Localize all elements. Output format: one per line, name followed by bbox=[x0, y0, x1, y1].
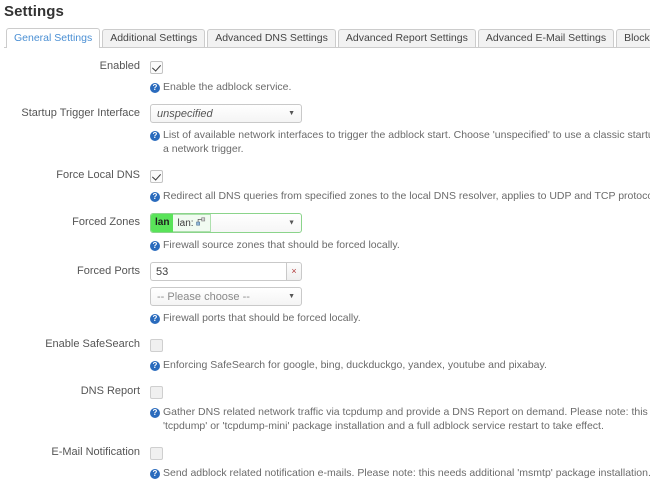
label-forced-zones: Forced Zones bbox=[72, 216, 140, 228]
force-local-dns-checkbox[interactable] bbox=[150, 169, 163, 183]
help-enable-safesearch-text: Enforcing SafeSearch for google, bing, d… bbox=[163, 359, 547, 371]
help-icon[interactable]: ? bbox=[150, 314, 160, 324]
remove-port-button[interactable]: × bbox=[285, 262, 302, 281]
chevron-down-icon: ▼ bbox=[288, 109, 295, 117]
help-startup-trigger-interface: ? List of available network interfaces to… bbox=[150, 128, 650, 156]
help-icon[interactable]: ? bbox=[150, 469, 160, 479]
help-icon[interactable]: ? bbox=[150, 408, 160, 418]
field-row-dns-report: DNS Report ? Gather DNS related network t… bbox=[0, 382, 650, 433]
help-email-notification: ? Send adblock related notification e-mai… bbox=[150, 466, 650, 480]
help-enable-safesearch: ? Enforcing SafeSearch for google, bing, … bbox=[150, 358, 650, 372]
help-icon[interactable]: ? bbox=[150, 83, 160, 93]
help-force-local-dns-text: Redirect all DNS queries from specified … bbox=[163, 190, 650, 202]
help-email-notification-text: Send adblock related notification e-mail… bbox=[163, 467, 650, 479]
label-force-local-dns: Force Local DNS bbox=[56, 169, 140, 181]
help-startup-trigger-interface-line1: List of available network interfaces to … bbox=[163, 129, 650, 141]
zone-tag-lan[interactable]: lan bbox=[151, 214, 174, 232]
tab-blocklist-sources[interactable]: Blocklist Sources bbox=[616, 29, 650, 47]
startup-trigger-interface-value: unspecified bbox=[157, 108, 213, 120]
help-icon[interactable]: ? bbox=[150, 241, 160, 251]
help-dns-report-line2: 'tcpdump' or 'tcpdump-mini' package inst… bbox=[163, 420, 604, 432]
settings-page: Settings General Settings Additional Set… bbox=[0, 0, 650, 500]
help-dns-report: ? Gather DNS related network traffic via … bbox=[150, 405, 650, 433]
help-enabled-text: Enable the adblock service. bbox=[163, 81, 292, 93]
field-row-forced-zones: Forced Zones lan lan: ▼ ? Firewall sourc… bbox=[0, 213, 650, 252]
field-row-forced-ports: Forced Ports × -- Please choose -- ▼ ?Fi… bbox=[0, 262, 650, 325]
field-row-startup-trigger-interface: Startup Trigger Interface unspecified ▼ … bbox=[0, 104, 650, 156]
email-notification-checkbox[interactable] bbox=[150, 446, 163, 460]
network-device-icon bbox=[195, 217, 206, 229]
enable-safesearch-checkbox[interactable] bbox=[150, 338, 163, 352]
help-dns-report-line1: Gather DNS related network traffic via t… bbox=[163, 406, 650, 418]
help-icon[interactable]: ? bbox=[150, 192, 160, 202]
forced-ports-choose-select[interactable]: -- Please choose -- ▼ bbox=[150, 287, 302, 306]
label-email-notification: E-Mail Notification bbox=[51, 446, 140, 458]
tab-general-settings[interactable]: General Settings bbox=[6, 28, 101, 48]
label-startup-trigger-interface: Startup Trigger Interface bbox=[21, 107, 140, 119]
help-force-local-dns: ? Redirect all DNS queries from specified… bbox=[150, 189, 650, 203]
page-title: Settings bbox=[4, 3, 64, 20]
field-row-email-notification: E-Mail Notification ? Send adblock relate… bbox=[0, 443, 650, 480]
label-enable-safesearch: Enable SafeSearch bbox=[45, 338, 140, 350]
label-forced-ports: Forced Ports bbox=[77, 265, 140, 277]
enabled-checkbox[interactable] bbox=[150, 60, 163, 74]
tab-advanced-email-settings[interactable]: Advanced E-Mail Settings bbox=[477, 29, 615, 47]
field-row-enable-safesearch: Enable SafeSearch ? Enforcing SafeSearch … bbox=[0, 335, 650, 372]
field-row-enabled: Enabled ? Enable the adblock service. bbox=[0, 57, 650, 94]
help-forced-zones-text: Firewall source zones that should be for… bbox=[163, 239, 400, 251]
startup-trigger-interface-select[interactable]: unspecified ▼ bbox=[150, 104, 302, 123]
settings-tabs: General Settings Additional Settings Adv… bbox=[4, 28, 650, 48]
forced-ports-entry: × bbox=[150, 262, 302, 281]
field-row-force-local-dns: Force Local DNS ? Redirect all DNS querie… bbox=[0, 166, 650, 203]
tab-advanced-dns-settings[interactable]: Advanced DNS Settings bbox=[207, 29, 336, 47]
forced-ports-choose-value: -- Please choose -- bbox=[157, 291, 250, 303]
help-icon[interactable]: ? bbox=[150, 131, 160, 141]
help-forced-zones: ? Firewall source zones that should be fo… bbox=[150, 238, 650, 252]
label-enabled: Enabled bbox=[99, 60, 140, 72]
help-startup-trigger-interface-line2: a network trigger. bbox=[163, 143, 244, 155]
general-settings-form: Enabled ? Enable the adblock service. Sta… bbox=[0, 48, 650, 480]
chevron-down-icon: ▼ bbox=[288, 292, 295, 300]
tab-additional-settings[interactable]: Additional Settings bbox=[102, 29, 206, 47]
forced-ports-input[interactable] bbox=[150, 262, 286, 281]
dns-report-checkbox[interactable] bbox=[150, 385, 163, 399]
zone-selection[interactable]: lan: bbox=[173, 214, 211, 232]
zone-selection-label: lan: bbox=[177, 217, 194, 229]
tab-advanced-report-settings[interactable]: Advanced Report Settings bbox=[337, 29, 476, 47]
help-forced-ports: ? Firewall ports that should be forced lo… bbox=[150, 311, 650, 325]
help-icon[interactable]: ? bbox=[150, 361, 160, 371]
chevron-down-icon: ▼ bbox=[288, 219, 295, 227]
label-dns-report: DNS Report bbox=[80, 385, 140, 397]
help-enabled: ? Enable the adblock service. bbox=[150, 80, 650, 94]
help-forced-ports-text: Firewall ports that should be forced loc… bbox=[163, 312, 361, 324]
forced-zones-select[interactable]: lan lan: ▼ bbox=[150, 213, 302, 233]
